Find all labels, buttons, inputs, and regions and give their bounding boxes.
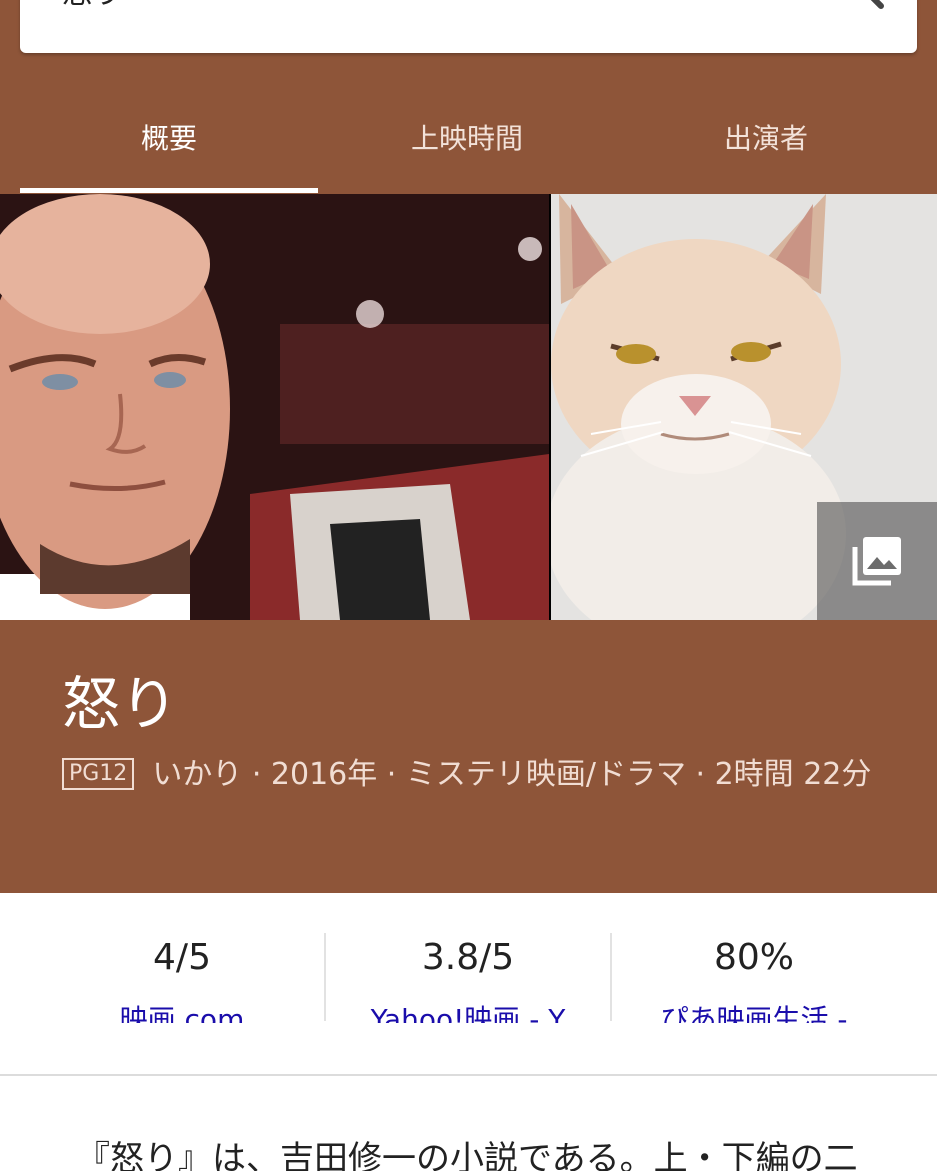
- movie-title: 怒り: [62, 670, 179, 738]
- section-divider: [0, 1074, 937, 1076]
- movie-description: 『怒り』は、吉田修一の小説である。上・下編の二: [76, 1139, 858, 1171]
- rating-item[interactable]: 4/5 映画.com: [38, 893, 326, 1023]
- movie-image-portrait[interactable]: [0, 194, 549, 620]
- rating-source-link[interactable]: 映画.com: [38, 997, 326, 1023]
- tab-bar: 概要 上映時間 出演者: [0, 106, 937, 194]
- rating-item[interactable]: 3.8/5 Yahoo!映画 - Y: [326, 893, 610, 1023]
- movie-meta-text: いかり · 2016年 · ミステリ映画/ドラマ · 2時間 22分: [152, 757, 872, 792]
- more-images-button[interactable]: [817, 502, 937, 620]
- ratings-row: 4/5 映画.com 3.8/5 Yahoo!映画 - Y 80% ぴあ映画生活…: [0, 893, 937, 1075]
- search-icon[interactable]: [837, 0, 885, 10]
- tab-showtimes-label: 上映時間: [410, 122, 523, 155]
- photo-library-icon: [852, 537, 901, 586]
- movie-info-block: 怒り PG12 いかり · 2016年 · ミステリ映画/ドラマ · 2時間 22…: [0, 620, 937, 893]
- rating-score: 4/5: [153, 937, 211, 978]
- tab-showtimes[interactable]: 上映時間: [318, 106, 616, 194]
- content-rating-badge: PG12: [62, 758, 135, 790]
- rating-score: 80%: [713, 937, 794, 978]
- rating-source-link[interactable]: ぴあ映画生活 -: [612, 997, 896, 1023]
- tab-overview[interactable]: 概要: [20, 106, 318, 194]
- active-tab-indicator: [20, 188, 318, 193]
- rating-item[interactable]: 80% ぴあ映画生活 -: [612, 893, 896, 1023]
- search-box[interactable]: 怒り: [20, 0, 917, 53]
- search-query[interactable]: 怒り: [62, 0, 122, 12]
- movie-image-cat[interactable]: [551, 194, 937, 620]
- tab-cast-label: 出演者: [723, 122, 808, 155]
- tab-cast[interactable]: 出演者: [616, 106, 916, 194]
- rating-source-link[interactable]: Yahoo!映画 - Y: [326, 997, 610, 1023]
- portrait-photo: [0, 194, 549, 620]
- knowledge-panel-header: 怒り 概要 上映時間 出演者: [0, 0, 937, 194]
- movie-meta: PG12 いかり · 2016年 · ミステリ映画/ドラマ · 2時間 22分: [62, 750, 882, 800]
- image-carousel: [0, 194, 937, 620]
- tab-overview-label: 概要: [140, 122, 197, 155]
- rating-score: 3.8/5: [421, 937, 515, 978]
